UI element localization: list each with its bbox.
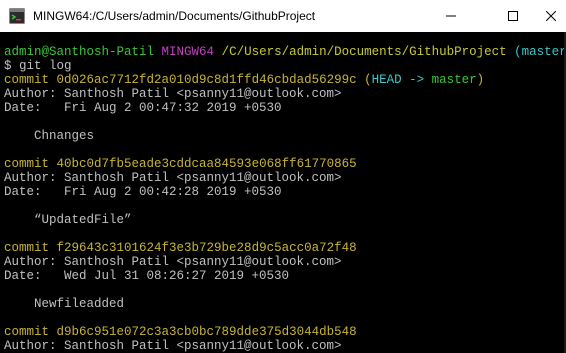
close-icon (545, 11, 556, 21)
commit-hash: d9b6c951e072c3a3cb0bc789dde375d3044db548 (56, 325, 357, 339)
message-line: “UpdatedFile” (4, 213, 132, 227)
close-button[interactable] (535, 0, 566, 32)
author-line: Author: Santhosh Patil <psanny11@outlook… (4, 87, 342, 101)
commit-line: commit f29643c3101624f3e3b729be28d9c5acc… (4, 241, 357, 255)
git-bash-icon (9, 8, 25, 24)
commit-label: commit (4, 325, 50, 339)
commit-line: commit 0d026ac7712fd2a010d9c8d1ffd46cbda… (4, 73, 484, 87)
commit-line: commit d9b6c951e072c3a3cb0bc789dde375d30… (4, 325, 357, 339)
author-line: Author: Santhosh Patil <psanny11@outlook… (4, 255, 342, 269)
commit-hash: 40bc0d7fb5eade3cddcaa84593e068ff61770865 (56, 157, 357, 171)
message-line: Chnanges (4, 129, 95, 143)
commit-line: commit 40bc0d7fb5eade3cddcaa84593e068ff6… (4, 157, 357, 171)
master-ref: master (431, 73, 477, 87)
date-line: Date: Wed Jul 31 08:26:27 2019 +0530 (4, 269, 290, 283)
maximize-icon (508, 11, 518, 21)
terminal-window: MINGW64:/C/Users/admin/Documents/GithubP… (0, 0, 566, 353)
command-line: $ git log (4, 59, 72, 73)
terminal-output[interactable]: admin@Santhosh-Patil MINGW64 /C/Users/ad… (0, 32, 566, 353)
ref-open: ( (364, 73, 372, 87)
prompt-shell: MINGW64 (161, 45, 215, 59)
prompt-symbol: $ (4, 59, 12, 73)
minimize-icon (446, 15, 456, 17)
commit-label: commit (4, 241, 50, 255)
message-line: Newfileadded (4, 297, 125, 311)
author-line: Author: Santhosh Patil <psanny11@outlook… (4, 171, 342, 185)
head-ref: HEAD -> (371, 73, 432, 87)
minimize-button[interactable] (428, 0, 474, 32)
commit-hash: 0d026ac7712fd2a010d9c8d1ffd46cbdad56299c (56, 73, 357, 87)
maximize-button[interactable] (490, 0, 536, 32)
prompt-path: /C/Users/admin/Documents/GithubProject (221, 45, 507, 59)
commit-label: commit (4, 157, 50, 171)
date-line: Date: Fri Aug 2 00:42:28 2019 +0530 (4, 185, 282, 199)
ref-close: ) (476, 73, 485, 87)
command-text: git log (19, 59, 72, 73)
prompt-user-host: admin@Santhosh-Patil (4, 45, 155, 59)
date-line: Date: Fri Aug 2 00:47:32 2019 +0530 (4, 101, 282, 115)
commit-hash: f29643c3101624f3e3b729be28d9c5acc0a72f48 (56, 241, 357, 255)
author-line: Author: Santhosh Patil <psanny11@outlook… (4, 339, 342, 353)
prompt-line: admin@Santhosh-Patil MINGW64 /C/Users/ad… (4, 45, 566, 59)
window-title: MINGW64:/C/Users/admin/Documents/GithubP… (33, 9, 316, 23)
title-bar[interactable]: MINGW64:/C/Users/admin/Documents/GithubP… (0, 0, 566, 32)
prompt-branch: (master) (514, 45, 566, 59)
commit-label: commit (4, 73, 50, 87)
